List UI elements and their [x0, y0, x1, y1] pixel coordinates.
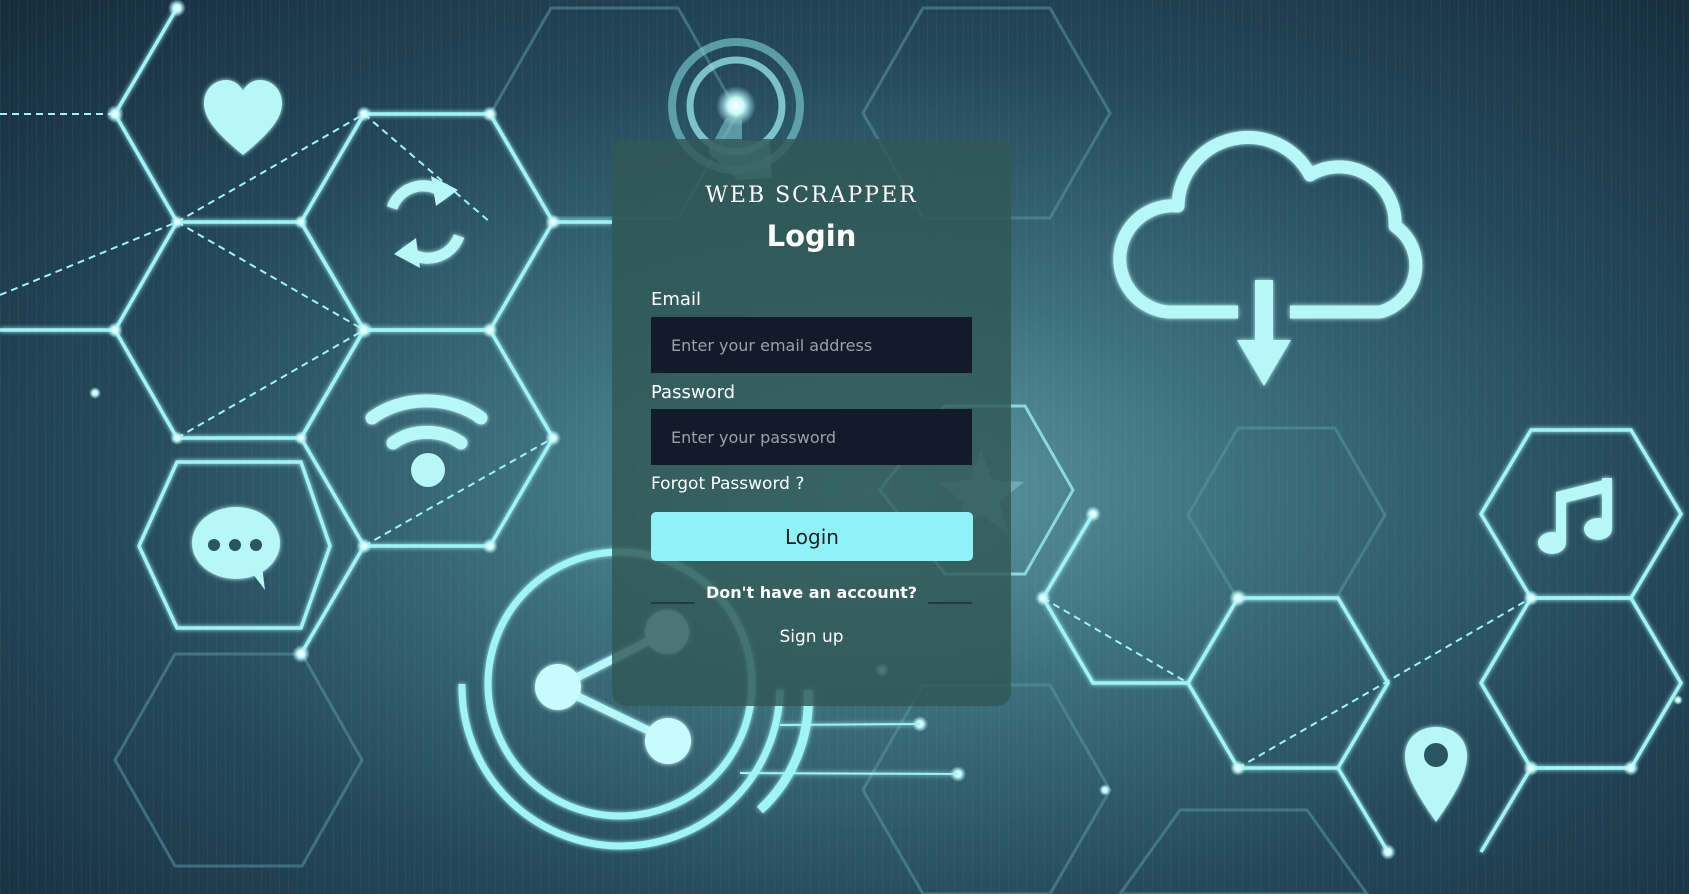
wifi-icon [365, 394, 488, 450]
email-input[interactable] [651, 317, 972, 373]
music-icon [1538, 478, 1612, 554]
cloud-download-icon [1113, 130, 1423, 386]
password-input[interactable] [651, 409, 972, 465]
brand-title: WEB SCRAPPER [705, 183, 918, 208]
location-pin-icon [1405, 727, 1467, 822]
email-label: Email [651, 289, 701, 310]
login-card: WEB SCRAPPER Login Email Password Forgot… [612, 139, 1011, 706]
wifi-dot [411, 453, 445, 487]
login-heading: Login [766, 219, 857, 253]
chat-icon [192, 507, 280, 590]
password-label: Password [651, 382, 736, 403]
forgot-password-link[interactable]: Forgot Password ? [651, 474, 804, 494]
signup-prompt: Don't have an account? [705, 583, 918, 602]
divider-right [928, 602, 972, 604]
refresh-icon [386, 180, 465, 264]
divider-left [651, 602, 695, 604]
login-button[interactable]: Login [651, 512, 973, 561]
left-hex-network [0, 7, 612, 655]
heart-icon [204, 80, 282, 155]
signup-link[interactable]: Sign up [612, 627, 1011, 647]
